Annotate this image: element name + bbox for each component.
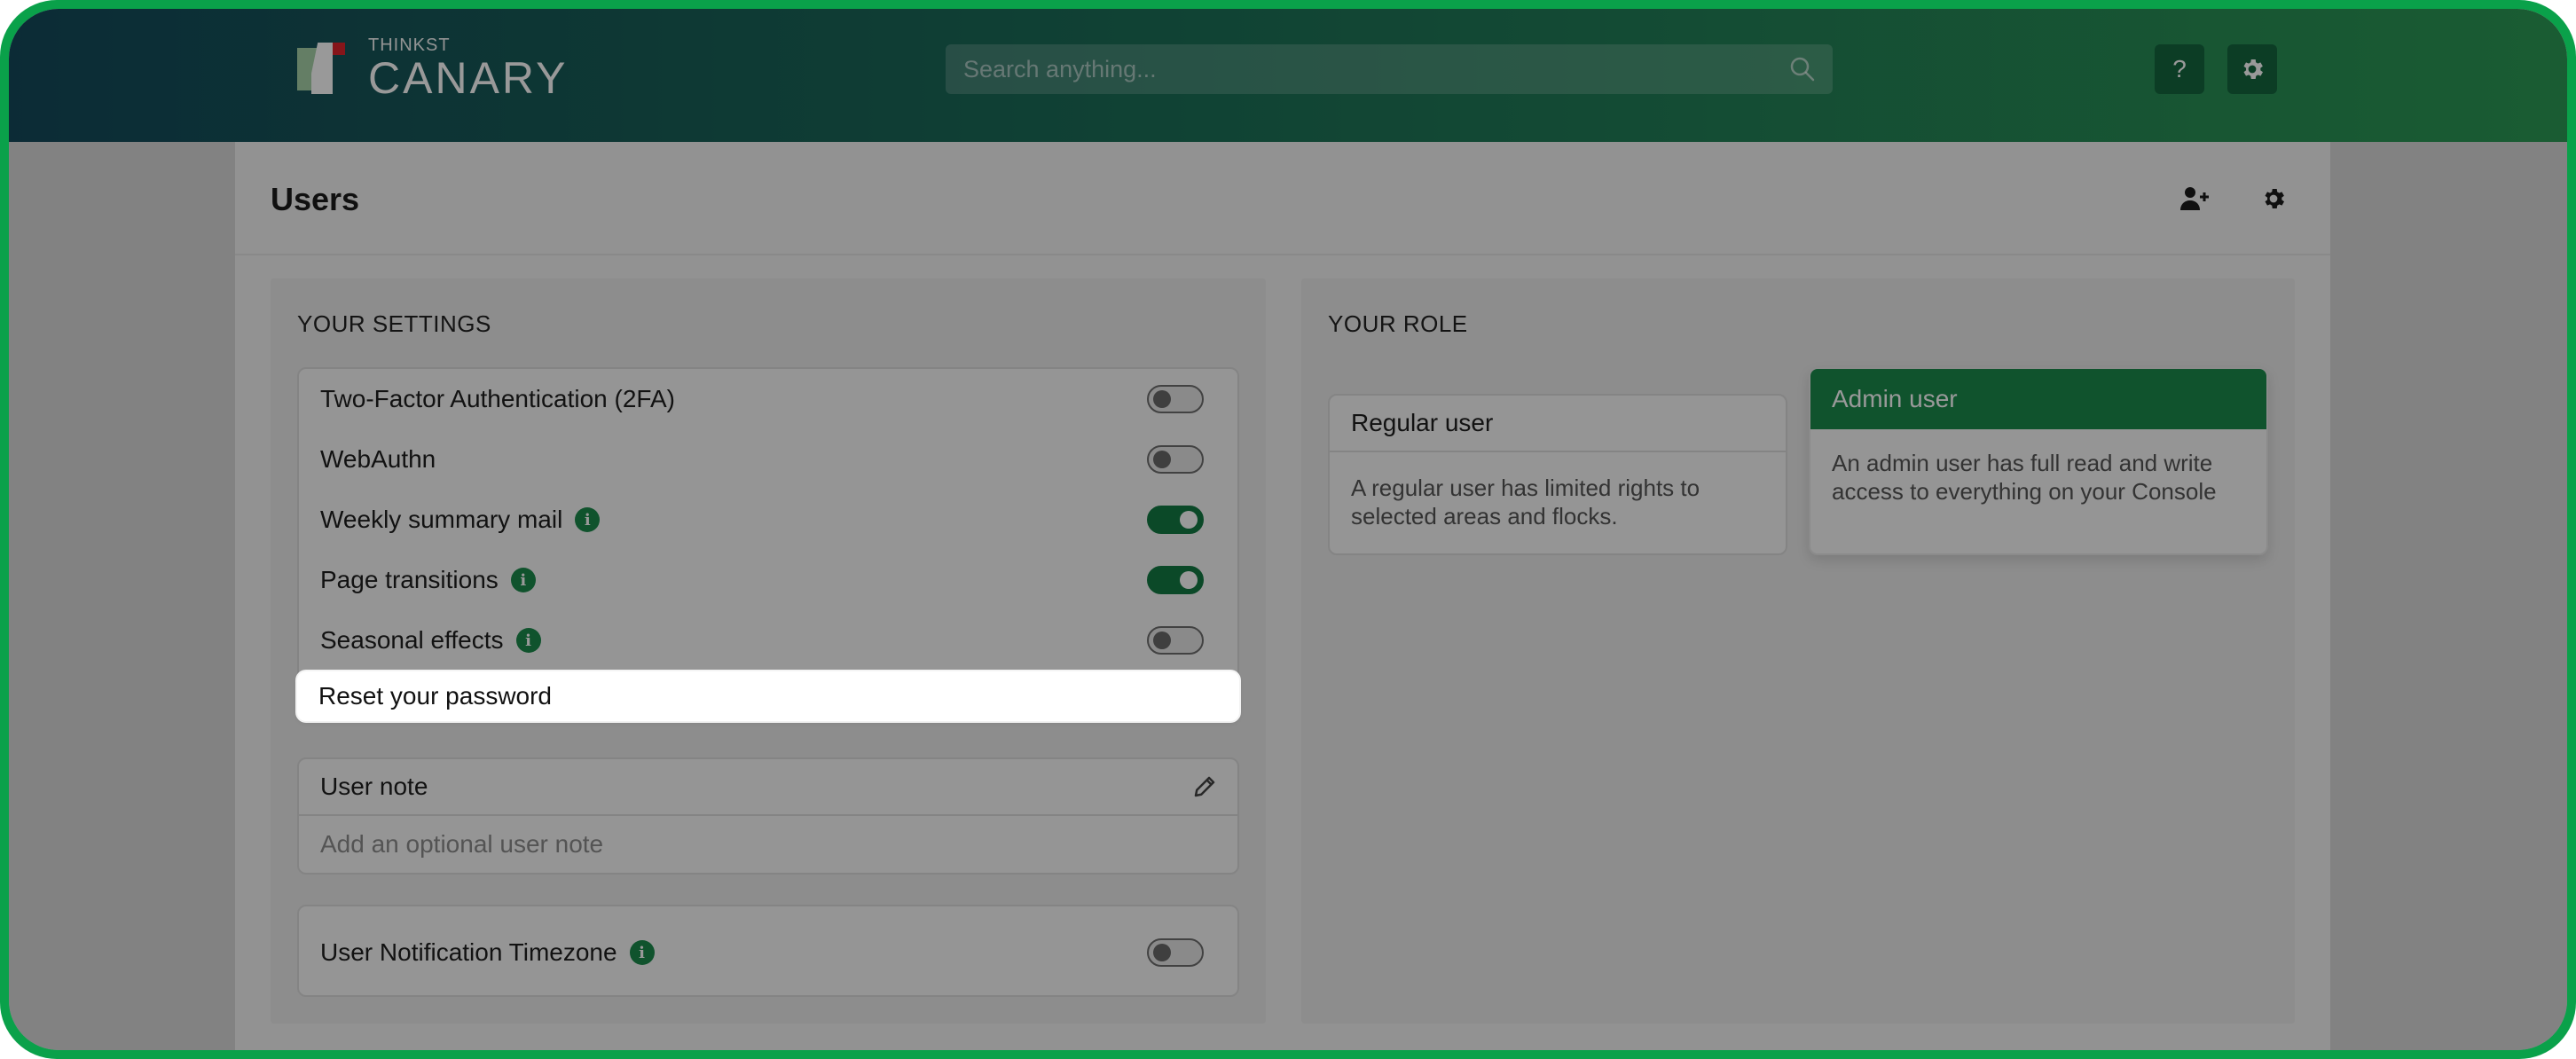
gear-icon — [2243, 59, 2263, 79]
help-icon: ? — [2172, 55, 2187, 82]
toggle-2fa[interactable] — [1147, 385, 1204, 413]
screen: THINKST CANARY ? Users — [9, 9, 2567, 1050]
timezone-card: User Notification Timezone i — [297, 905, 1239, 997]
pencil-icon[interactable] — [1191, 773, 1218, 800]
setting-row-weekly-summary: Weekly summary mail i — [320, 490, 1204, 550]
canary-logo-icon — [297, 43, 349, 94]
toggle-weekly-summary[interactable] — [1147, 506, 1204, 534]
settings-list: Two-Factor Authentication (2FA) WebAuthn… — [297, 367, 1239, 722]
your-role-panel: YOUR ROLE Regular user A regular user ha… — [1301, 278, 2295, 1024]
regular-user-card[interactable]: Regular user A regular user has limited … — [1328, 394, 1787, 555]
setting-label: Page transitions — [320, 566, 499, 593]
logo-small-text: THINKST — [368, 35, 451, 55]
logo-big-text: CANARY — [368, 53, 569, 103]
title-actions — [2174, 177, 2295, 220]
setting-label: Weekly summary mail — [320, 506, 563, 533]
setting-row-webauthn: WebAuthn — [320, 429, 1204, 490]
info-icon[interactable]: i — [575, 507, 601, 532]
setting-label: Seasonal effects — [320, 626, 504, 654]
toggle-timezone[interactable] — [1147, 938, 1204, 967]
regular-user-title: Regular user — [1330, 396, 1786, 452]
device-frame: THINKST CANARY ? Users — [0, 0, 2576, 1059]
admin-user-description: An admin user has full read and write ac… — [1832, 450, 2217, 505]
canary-logo[interactable]: THINKST CANARY — [297, 28, 568, 108]
info-icon[interactable]: i — [510, 568, 536, 592]
info-icon[interactable]: i — [515, 628, 541, 653]
toggle-seasonal-effects[interactable] — [1147, 626, 1204, 655]
add-user-icon — [2180, 187, 2209, 210]
your-settings-panel: YOUR SETTINGS Two-Factor Authentication … — [271, 278, 1266, 1024]
admin-user-title: Admin user — [1810, 369, 2266, 429]
user-note-header: User note — [299, 759, 1237, 816]
search-bar — [946, 44, 1833, 94]
toggle-page-transitions[interactable] — [1147, 566, 1204, 594]
reset-password-button[interactable]: Reset your password — [297, 671, 1239, 721]
setting-label: Two-Factor Authentication (2FA) — [320, 385, 675, 412]
setting-row-seasonal-effects: Seasonal effects i — [320, 610, 1204, 671]
settings-button[interactable] — [2227, 44, 2277, 94]
setting-row-2fa: Two-Factor Authentication (2FA) — [320, 369, 1204, 429]
page-title: Users — [271, 181, 360, 217]
users-page: Users YOUR SETTINGS Two-Factor Authentic… — [235, 142, 2330, 1050]
logo-text: THINKST CANARY — [368, 36, 568, 100]
timezone-label: User Notification Timezone — [320, 938, 617, 966]
add-user-button[interactable] — [2174, 177, 2217, 220]
setting-row-timezone: User Notification Timezone i — [320, 922, 1204, 983]
gear-icon — [2265, 189, 2284, 208]
top-bar: THINKST CANARY ? — [9, 9, 2567, 142]
regular-user-description: A regular user has limited rights to sel… — [1351, 475, 1700, 530]
info-icon[interactable]: i — [629, 940, 655, 965]
user-note-card: User note — [297, 757, 1239, 875]
search-input[interactable] — [962, 44, 1788, 94]
your-settings-heading: YOUR SETTINGS — [297, 310, 491, 337]
setting-label: WebAuthn — [320, 445, 436, 473]
title-divider — [235, 254, 2330, 255]
help-button[interactable]: ? — [2155, 44, 2204, 94]
setting-row-page-transitions: Page transitions i — [320, 550, 1204, 610]
search-icon[interactable] — [1788, 55, 1817, 83]
toggle-webauthn[interactable] — [1147, 445, 1204, 474]
admin-user-card[interactable]: Admin user An admin user has full read a… — [1809, 367, 2268, 555]
your-role-heading: YOUR ROLE — [1328, 310, 1468, 337]
user-note-input[interactable] — [299, 816, 1237, 873]
users-settings-button[interactable] — [2252, 177, 2295, 220]
user-note-title: User note — [320, 773, 428, 800]
